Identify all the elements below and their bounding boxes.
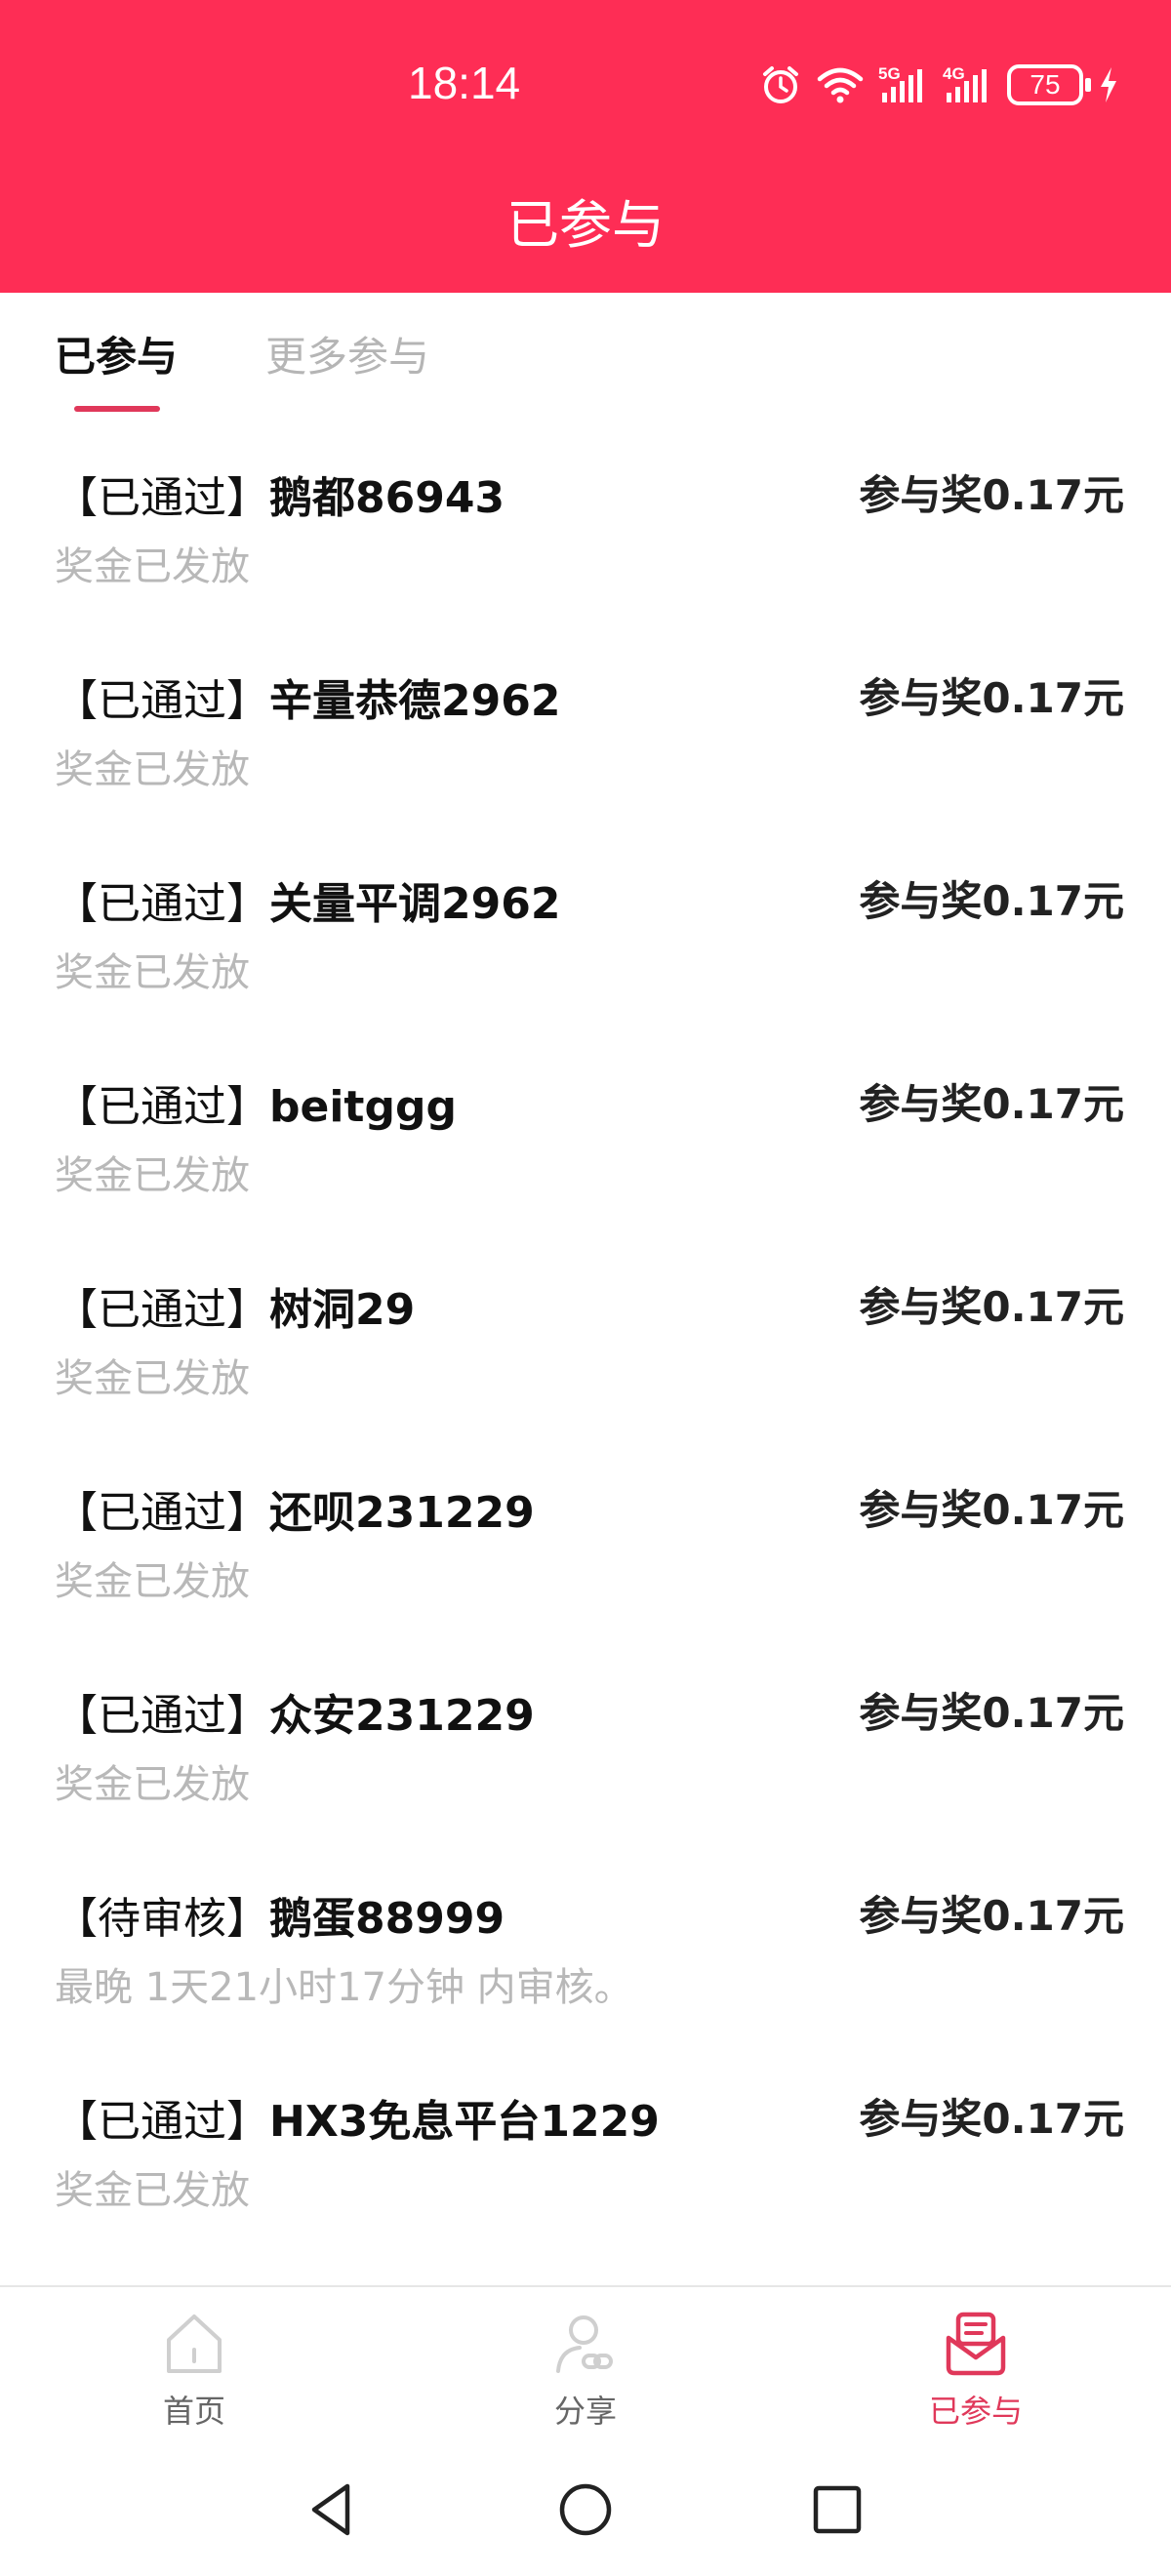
item-name: 鹅蛋88999 — [269, 1894, 505, 1944]
item-status: 【已通过】 — [55, 1285, 269, 1335]
item-reward: 参与奖0.17元 — [859, 1486, 1124, 1534]
nav-share[interactable]: 分享 — [488, 2309, 683, 2432]
item-reward: 参与奖0.17元 — [859, 1689, 1124, 1737]
list-item[interactable]: 【待审核】鹅蛋88999 参与奖0.17元 最晚 1天21小时17分钟 内审核。 — [0, 1840, 1171, 2043]
list-item[interactable]: 【已通过】辛量恭德2962 参与奖0.17元 奖金已发放 — [0, 623, 1171, 825]
list-item[interactable]: 【已通过】众安231229 参与奖0.17元 奖金已发放 — [0, 1637, 1171, 1840]
item-status: 【已通过】 — [55, 1488, 269, 1538]
nav-joined[interactable]: 已参与 — [878, 2309, 1073, 2432]
participation-list: 【已通过】鹅都86943 参与奖0.17元 奖金已发放 【已通过】辛量恭德296… — [0, 420, 1171, 2246]
home-icon — [97, 2309, 292, 2379]
item-title: 【已通过】还呗231229 — [55, 1477, 535, 1540]
item-reward: 参与奖0.17元 — [859, 471, 1124, 519]
item-subtitle: 奖金已发放 — [55, 1356, 250, 1401]
system-nav-bar — [0, 2449, 1171, 2576]
status-time: 18:14 — [408, 58, 521, 108]
status-bar: 18:14 5G 4G 75 — [0, 0, 1171, 176]
nav-joined-label: 已参与 — [928, 2393, 1023, 2430]
item-title: 【已通过】众安231229 — [55, 1680, 535, 1743]
item-name: 众安231229 — [269, 1691, 535, 1741]
bottom-nav: 首页 分享 已参与 — [0, 2285, 1171, 2449]
signal-4g-icon: 4G — [943, 63, 993, 106]
svg-text:5G: 5G — [878, 64, 901, 83]
nav-home[interactable]: 首页 — [97, 2309, 292, 2432]
item-name: 关量平调2962 — [269, 879, 561, 929]
item-title: 【已通过】树洞29 — [55, 1274, 415, 1337]
item-name: 还呗231229 — [269, 1488, 535, 1538]
list-item[interactable]: 【已通过】还呗231229 参与奖0.17元 奖金已发放 — [0, 1434, 1171, 1637]
tab-more-joined[interactable]: 更多参与 — [265, 324, 429, 383]
active-tab-indicator — [74, 406, 160, 412]
item-reward: 参与奖0.17元 — [859, 2095, 1124, 2143]
item-subtitle: 奖金已发放 — [55, 950, 250, 995]
item-title: 【待审核】鹅蛋88999 — [55, 1883, 505, 1946]
list-item[interactable]: 【已通过】HX3免息平台1229 参与奖0.17元 奖金已发放 — [0, 2043, 1171, 2246]
item-status: 【已通过】 — [55, 676, 269, 726]
item-title: 【已通过】辛量恭德2962 — [55, 665, 560, 728]
page-title: 已参与 — [506, 194, 665, 256]
app-header: 18:14 5G 4G 75 已参与 — [0, 0, 1171, 293]
signal-5g-icon: 5G — [878, 63, 929, 106]
svg-text:4G: 4G — [943, 64, 965, 83]
nav-home-label: 首页 — [162, 2393, 225, 2430]
item-reward: 参与奖0.17元 — [859, 877, 1124, 925]
item-name: HX3免息平台1229 — [269, 2097, 660, 2147]
list-item[interactable]: 【已通过】关量平调2962 参与奖0.17元 奖金已发放 — [0, 825, 1171, 1028]
item-reward: 参与奖0.17元 — [859, 1892, 1124, 1940]
item-name: 树洞29 — [269, 1285, 416, 1335]
item-status: 【已通过】 — [55, 1691, 269, 1741]
recents-icon[interactable] — [806, 2478, 868, 2545]
item-subtitle: 奖金已发放 — [55, 1559, 250, 1604]
back-icon[interactable] — [303, 2478, 365, 2545]
home-circle-icon[interactable] — [554, 2478, 617, 2545]
item-status: 【待审核】 — [55, 1894, 269, 1944]
item-status: 【已通过】 — [55, 1082, 269, 1132]
list-item[interactable]: 【已通过】树洞29 参与奖0.17元 奖金已发放 — [0, 1231, 1171, 1434]
item-name: 辛量恭德2962 — [269, 676, 561, 726]
item-subtitle: 最晚 1天21小时17分钟 内审核。 — [55, 1965, 633, 2010]
item-reward: 参与奖0.17元 — [859, 1283, 1124, 1331]
list-item[interactable]: 【已通过】beitggg 参与奖0.17元 奖金已发放 — [0, 1028, 1171, 1231]
item-subtitle: 奖金已发放 — [55, 1153, 250, 1198]
item-status: 【已通过】 — [55, 473, 269, 523]
wifi-icon — [816, 63, 865, 106]
list-item[interactable]: 【已通过】鹅都86943 参与奖0.17元 奖金已发放 — [0, 420, 1171, 623]
item-subtitle: 奖金已发放 — [55, 1762, 250, 1807]
item-reward: 参与奖0.17元 — [859, 674, 1124, 722]
battery-icon: 75 — [1007, 64, 1091, 105]
item-name: beitggg — [269, 1082, 457, 1132]
item-name: 鹅都86943 — [269, 473, 505, 523]
item-title: 【已通过】鹅都86943 — [55, 463, 505, 525]
charging-icon — [1097, 63, 1120, 106]
nav-share-label: 分享 — [553, 2393, 617, 2430]
item-title: 【已通过】HX3免息平台1229 — [55, 2086, 660, 2149]
envelope-icon — [878, 2309, 1073, 2379]
alarm-icon — [759, 63, 802, 106]
item-title: 【已通过】关量平调2962 — [55, 868, 560, 931]
item-subtitle: 奖金已发放 — [55, 2168, 250, 2213]
item-subtitle: 奖金已发放 — [55, 747, 250, 792]
tab-joined[interactable]: 已参与 — [55, 324, 178, 383]
item-reward: 参与奖0.17元 — [859, 1080, 1124, 1128]
item-status: 【已通过】 — [55, 2097, 269, 2147]
user-link-icon — [488, 2309, 683, 2379]
tab-bar: 已参与 更多参与 — [0, 293, 1171, 420]
status-icons: 5G 4G 75 — [759, 60, 1120, 109]
item-status: 【已通过】 — [55, 879, 269, 929]
item-subtitle: 奖金已发放 — [55, 544, 250, 589]
item-title: 【已通过】beitggg — [55, 1071, 457, 1134]
